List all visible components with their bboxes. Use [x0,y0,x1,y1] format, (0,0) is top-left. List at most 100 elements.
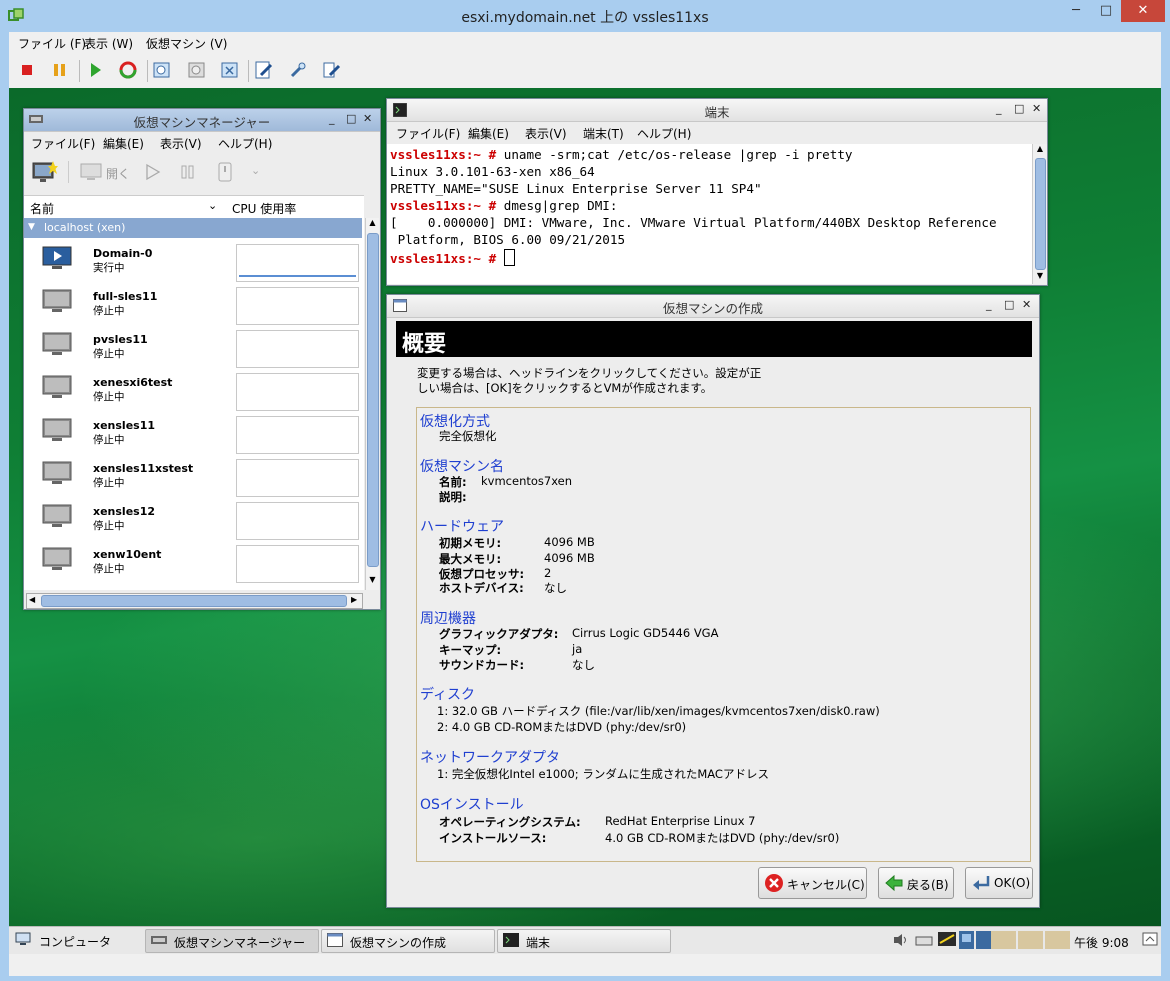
menu-edit[interactable]: 編集(E) [468,125,509,142]
vm-row[interactable]: xenw10ent 停止中 [24,541,362,584]
vertical-scrollbar[interactable]: ▲ ▼ [1032,144,1047,284]
install-tools-icon[interactable] [287,59,309,81]
section-vm-name[interactable]: 仮想マシン名 [420,456,504,476]
scrollbar-thumb[interactable] [1035,158,1046,270]
menu-view[interactable]: 表示(V) [160,135,202,152]
vm-row[interactable]: xenesxi6test 停止中 [24,369,362,412]
snapshot-manager-icon[interactable] [219,59,241,81]
column-name-header[interactable]: 名前 [30,200,54,217]
vm-row[interactable]: xensles12 停止中 [24,498,362,541]
new-vm-icon[interactable] [32,160,58,184]
menu-file[interactable]: ファイル (F) [18,35,86,52]
create-vm-titlebar[interactable]: 仮想マシンの作成 _ □ ✕ [387,295,1039,318]
revert-snapshot-icon[interactable] [186,59,208,81]
menu-terminal[interactable]: 端末(T) [583,125,624,142]
menu-help[interactable]: ヘルプ(H) [218,135,272,152]
clock[interactable]: 午後 9:08 [1074,934,1129,951]
scroll-right-icon[interactable]: ▶ [351,595,357,604]
taskbar-vm-manager[interactable]: 仮想マシンマネージャー [145,929,319,953]
section-network[interactable]: ネットワークアダプタ [420,747,560,767]
edit-settings-icon[interactable] [253,59,275,81]
open-vm-label[interactable]: 開く [106,165,130,182]
menu-view[interactable]: 表示(V) [525,125,567,142]
terminal-output[interactable]: vssles11xs:~ # uname -srm;cat /etc/os-re… [387,144,1032,284]
minimize-button[interactable]: ─ [1062,0,1090,22]
open-vm-icon[interactable] [80,163,102,181]
cpu-usage-graph [236,244,359,282]
show-desktop-icon[interactable] [1142,931,1158,947]
summary-heading: 概要 [402,332,447,357]
vertical-scrollbar[interactable]: ▲ ▼ [365,218,379,590]
menu-view[interactable]: 表示 (W) [84,35,133,52]
scroll-up-icon[interactable]: ▲ [1033,144,1047,153]
menu-edit[interactable]: 編集(E) [103,135,144,152]
close-icon[interactable]: ✕ [1022,298,1031,311]
vm-row[interactable]: xensles11xstest 停止中 [24,455,362,498]
minimize-icon[interactable]: _ [986,298,992,311]
suspend-icon[interactable] [49,59,71,81]
vm-row[interactable]: Domain-0 実行中 [24,240,362,283]
os-key: オペレーティングシステム: [439,815,581,829]
power-off-icon[interactable] [16,59,38,81]
scroll-down-icon[interactable]: ▼ [366,575,379,588]
reset-icon[interactable] [117,59,139,81]
taskbar-terminal[interactable]: 端末 [497,929,671,953]
power-on-icon[interactable] [84,59,106,81]
guest-desktop: 仮想マシンマネージャー _ □ ✕ ファイル(F) 編集(E) 表示(V) ヘル… [9,88,1161,926]
virtualization-value: 完全仮想化 [439,429,497,443]
vm-options-icon[interactable] [321,59,343,81]
terminal-icon [503,933,519,947]
ok-button[interactable]: OK(O) [965,867,1033,899]
column-cpu-header[interactable]: CPU 使用率 [232,200,296,217]
maximize-icon[interactable]: □ [1014,102,1024,115]
section-hardware[interactable]: ハードウェア [420,516,504,536]
maximize-icon[interactable]: □ [346,112,356,125]
terminal-titlebar[interactable]: 端末 _ □ ✕ [387,99,1047,122]
close-icon[interactable]: ✕ [363,112,372,125]
section-disks[interactable]: ディスク [420,684,475,704]
chevron-down-icon[interactable]: ⌄ [251,164,260,177]
vm-row[interactable]: full-sles11 停止中 [24,283,362,326]
scroll-left-icon[interactable]: ◀ [29,595,35,604]
back-button[interactable]: 戻る(B) [878,867,954,899]
maximize-button[interactable]: □ [1092,0,1120,22]
vm-name: pvsles11 [93,333,148,346]
workspace-switcher-empty[interactable] [991,930,1071,950]
snapshot-icon[interactable] [151,59,173,81]
shutdown-vm-icon[interactable] [217,162,233,182]
scrollbar-thumb[interactable] [367,233,379,567]
vm-row[interactable]: xensles11 停止中 [24,412,362,455]
keyboard-icon[interactable] [915,932,933,948]
minimize-icon[interactable]: _ [329,112,335,125]
outer-titlebar[interactable]: esxi.mydomain.net 上の vssles11xs ─ □ ✕ [0,0,1170,32]
vm-row[interactable]: pvsles11 停止中 [24,326,362,369]
menu-file[interactable]: ファイル(F) [396,125,460,142]
cancel-icon [765,874,783,892]
section-os-install[interactable]: OSインストール [420,794,524,814]
menu-help[interactable]: ヘルプ(H) [637,125,691,142]
sound-card-key: サウンドカード: [439,658,525,672]
expander-icon[interactable]: ▼ [28,222,35,232]
host-group-row[interactable]: ▼ localhost (xen) [24,218,362,238]
section-peripherals[interactable]: 周辺機器 [420,608,476,628]
maximize-icon[interactable]: □ [1004,298,1014,311]
guest-taskbar: コンピュータ 仮想マシンマネージャー 仮想マシンの作成 端末 午後 9:08 [9,926,1161,955]
scrollbar-thumb[interactable] [41,595,347,607]
run-vm-icon[interactable] [144,163,162,181]
close-icon[interactable]: ✕ [1032,102,1041,115]
minimize-icon[interactable]: _ [996,102,1002,115]
close-button[interactable]: ✕ [1121,0,1165,22]
cancel-button[interactable]: キャンセル(C) [758,867,867,899]
menu-vm[interactable]: 仮想マシン (V) [146,35,227,52]
taskbar-create-vm[interactable]: 仮想マシンの作成 [321,929,495,953]
pause-vm-icon[interactable] [179,163,197,181]
horizontal-scrollbar[interactable]: ◀ ▶ [26,593,363,609]
workspace-switcher[interactable] [959,930,991,950]
scroll-up-icon[interactable]: ▲ [366,218,379,231]
scroll-down-icon[interactable]: ▼ [1033,271,1047,280]
volume-icon[interactable] [892,932,910,948]
vm-manager-titlebar[interactable]: 仮想マシンマネージャー _ □ ✕ [24,109,380,132]
network-icon[interactable] [937,930,957,950]
menu-file[interactable]: ファイル(F) [31,135,95,152]
column-dropdown-icon[interactable]: ⌄ [208,199,217,212]
